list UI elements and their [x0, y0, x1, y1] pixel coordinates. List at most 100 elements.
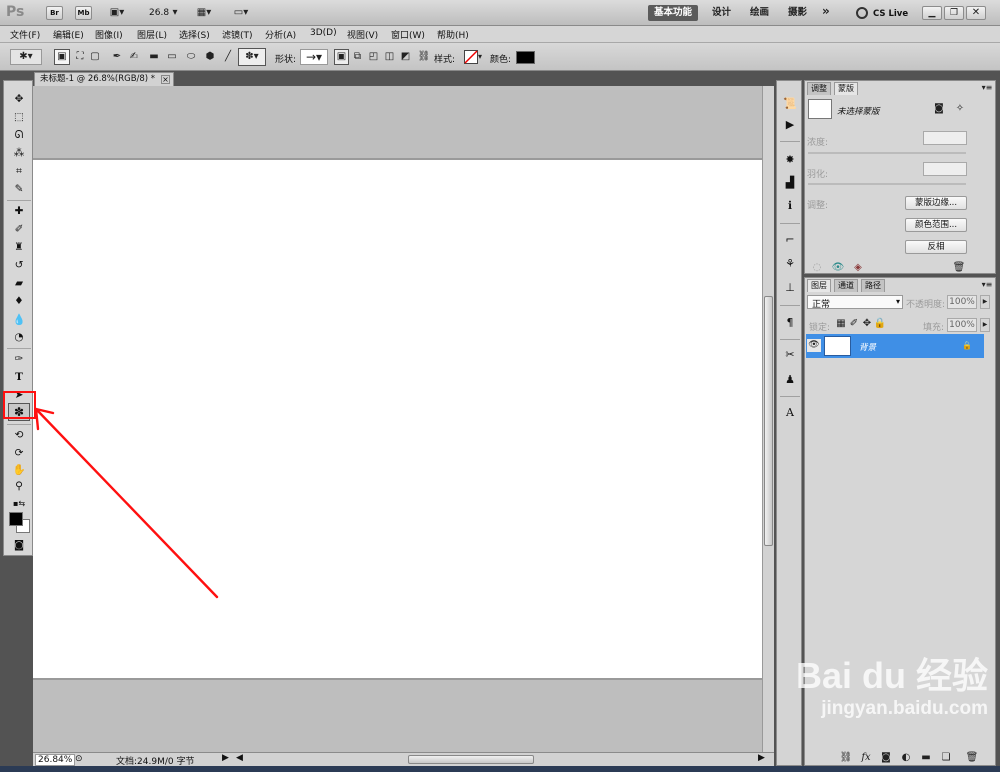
scroll-thumb[interactable]: [764, 296, 773, 546]
adjustment-layer-icon[interactable]: ◐: [899, 752, 913, 764]
layer-row-background[interactable]: 👁 背景 🔒: [806, 334, 984, 358]
vertical-scrollbar[interactable]: [762, 86, 774, 752]
eyedropper-tool-icon[interactable]: ✎: [8, 181, 30, 197]
link-layers-icon[interactable]: ⛓: [839, 752, 853, 764]
scroll-right-icon[interactable]: ▶: [758, 753, 765, 763]
disable-mask-icon[interactable]: ◈: [852, 262, 864, 273]
intersect-shape-icon[interactable]: ◫: [382, 49, 397, 65]
custom-shape-option-icon[interactable]: ✽▾: [238, 48, 266, 66]
arrange-documents-icon[interactable]: ▦▾: [192, 5, 216, 21]
lock-transparency-icon[interactable]: ▦: [836, 318, 846, 329]
histogram-panel-icon[interactable]: ▟: [781, 174, 799, 190]
shape-layers-icon[interactable]: ▣: [54, 49, 70, 65]
menu-help[interactable]: 帮助(H): [437, 28, 469, 41]
zoom-dropdown-icon[interactable]: ▾: [170, 6, 180, 20]
document-tab[interactable]: 未标题-1 @ 26.8%(RGB/8) * ×: [34, 72, 174, 86]
lock-image-icon[interactable]: ✐: [849, 318, 859, 329]
brush-tool-icon[interactable]: ✐: [8, 221, 30, 237]
3d-orbit-tool-icon[interactable]: ⟳: [8, 445, 30, 461]
menu-edit[interactable]: 编辑(E): [53, 28, 84, 41]
healing-brush-tool-icon[interactable]: ✚: [8, 203, 30, 219]
pen-tool-icon[interactable]: ✑: [8, 351, 30, 367]
eraser-tool-icon[interactable]: ▰: [8, 275, 30, 291]
pen-tool-option-icon[interactable]: ✒: [110, 49, 124, 65]
workspace-essentials[interactable]: 基本功能: [648, 5, 699, 21]
workspace-painting[interactable]: 绘画: [744, 5, 775, 21]
workspace-photography[interactable]: 摄影: [782, 5, 813, 21]
bridge-button[interactable]: Br: [46, 6, 63, 20]
scroll-left-icon[interactable]: ◀: [236, 753, 243, 763]
panel-menu-icon[interactable]: ▾≡: [981, 280, 993, 290]
history-panel-icon[interactable]: 📜: [781, 95, 799, 111]
paragraph-panel-icon[interactable]: ¶: [781, 314, 799, 330]
minimize-button[interactable]: ▁: [922, 6, 942, 20]
layer-name[interactable]: 背景: [859, 341, 876, 353]
load-selection-icon[interactable]: ◌: [811, 262, 823, 273]
clone-source-panel-icon[interactable]: ⚘: [781, 255, 799, 271]
restore-button[interactable]: ❐: [944, 6, 964, 20]
color-range-button[interactable]: 颜色范围...: [905, 218, 967, 232]
canvas[interactable]: [33, 158, 762, 680]
screen-mode-icon[interactable]: ▭▾: [229, 5, 253, 21]
menu-3d[interactable]: 3D(D): [310, 28, 337, 38]
add-mask-icon[interactable]: ◙: [879, 752, 893, 764]
delete-layer-icon[interactable]: 🗑: [965, 752, 979, 764]
brushes-panel-icon[interactable]: ⌐: [781, 231, 799, 247]
marquee-tool-icon[interactable]: ⬚: [8, 109, 30, 125]
status-menu-arrow-icon[interactable]: ▶: [222, 753, 229, 763]
workspace-design[interactable]: 设计: [706, 5, 737, 21]
menu-layer[interactable]: 图层(L): [137, 28, 167, 41]
paths-mode-icon[interactable]: ⛶: [72, 49, 88, 65]
tab-adjustments[interactable]: 调整: [807, 82, 831, 95]
tab-masks[interactable]: 蒙版: [834, 82, 858, 95]
menu-view[interactable]: 视图(V): [347, 28, 378, 41]
freeform-pen-option-icon[interactable]: ✍: [127, 49, 141, 65]
lasso-tool-icon[interactable]: ᘏ: [8, 127, 30, 143]
cslive-menu[interactable]: CS Live: [873, 9, 908, 19]
hand-tool-icon[interactable]: ✋: [8, 461, 30, 477]
menu-image[interactable]: 图像(I): [95, 28, 123, 41]
tool-preset-picker-icon[interactable]: ✱▾: [10, 49, 42, 65]
panel-menu-icon[interactable]: ▾≡: [981, 83, 993, 93]
layer-comps-panel-icon[interactable]: ♟: [781, 371, 799, 387]
quick-selection-tool-icon[interactable]: ⁂: [8, 145, 30, 161]
history-brush-tool-icon[interactable]: ↺: [8, 257, 30, 273]
new-shape-layer-icon[interactable]: ▣: [334, 49, 349, 65]
fill-arrow-icon[interactable]: ▶: [980, 318, 990, 332]
lock-position-icon[interactable]: ✥: [862, 318, 872, 329]
new-layer-icon[interactable]: ❏: [939, 752, 953, 764]
delete-mask-icon[interactable]: 🗑: [953, 262, 966, 273]
vector-mask-icon[interactable]: ✧: [953, 102, 967, 116]
style-picker[interactable]: ▾: [460, 49, 486, 65]
rectangle-option-icon[interactable]: ▬: [147, 49, 161, 65]
horizontal-scroll-thumb[interactable]: [408, 755, 534, 764]
3d-rotate-tool-icon[interactable]: ⟲: [8, 427, 30, 443]
paint-bucket-tool-icon[interactable]: ♦: [8, 293, 30, 309]
density-slider[interactable]: [808, 152, 966, 154]
3d-panel-icon[interactable]: ✂: [781, 346, 799, 362]
polygon-option-icon[interactable]: ⬢: [203, 49, 217, 65]
menu-select[interactable]: 选择(S): [179, 28, 210, 41]
swap-colors-icon[interactable]: ▪⇆: [8, 495, 30, 511]
blend-mode-select[interactable]: 正常 ▾: [807, 295, 903, 310]
minibridge-button[interactable]: Mb: [75, 6, 92, 20]
crop-tool-icon[interactable]: ⌗: [8, 163, 30, 179]
density-input[interactable]: [923, 131, 967, 145]
tool-presets-panel-icon[interactable]: ⊥: [781, 279, 799, 295]
exclude-shape-icon[interactable]: ◩: [398, 49, 413, 65]
quick-mask-icon[interactable]: ◙: [8, 537, 30, 553]
clone-stamp-tool-icon[interactable]: ♜: [8, 239, 30, 255]
foreground-color-swatch[interactable]: [9, 512, 23, 526]
opacity-arrow-icon[interactable]: ▶: [980, 295, 990, 309]
opacity-input[interactable]: 100%: [947, 295, 977, 309]
menu-filter[interactable]: 滤镜(T): [222, 28, 253, 41]
tab-paths[interactable]: 路径: [861, 279, 885, 292]
subtract-shape-icon[interactable]: ◰: [366, 49, 381, 65]
layer-visibility-eye-icon[interactable]: 👁: [807, 339, 821, 352]
lock-all-icon[interactable]: 🔒: [874, 318, 886, 329]
navigator-panel-icon[interactable]: ✸: [781, 151, 799, 167]
add-to-shape-icon[interactable]: ⧉: [350, 49, 365, 65]
actions-panel-icon[interactable]: ▶: [781, 116, 799, 132]
document-close-icon[interactable]: ×: [161, 75, 170, 84]
shape-picker[interactable]: →▾: [300, 49, 328, 65]
